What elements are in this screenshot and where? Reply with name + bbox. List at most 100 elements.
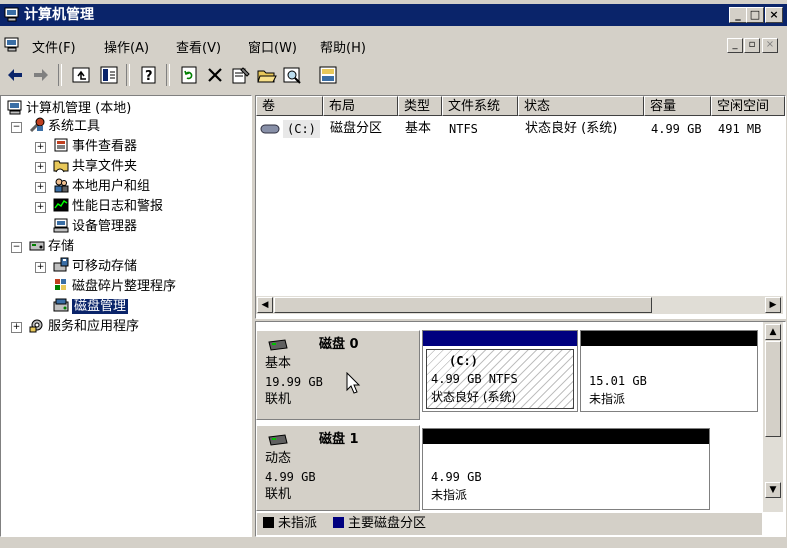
legend-swatch-unallocated	[263, 517, 274, 528]
cell-volume: (C:)	[283, 120, 320, 138]
tree-label-shared-folders: 共享文件夹	[72, 159, 138, 174]
expand-toggle[interactable]: +	[35, 182, 46, 193]
collapse-toggle[interactable]: −	[11, 122, 22, 133]
tree-node-local-users[interactable]: 本地用户和组	[53, 177, 150, 195]
column-header-layout[interactable]: 布局	[323, 96, 398, 116]
child-close-button[interactable]: ×	[762, 38, 778, 53]
column-header-filesystem[interactable]: 文件系统	[442, 96, 518, 116]
column-header-free-space[interactable]: 空闲空间	[711, 96, 785, 116]
volume-list: 卷 布局 类型 文件系统 状态 容量 空闲空间 (C:) 磁盘分区 基本 NTF…	[255, 95, 786, 319]
expand-toggle[interactable]: +	[11, 322, 22, 333]
tree-label-disk-management: 磁盘管理	[72, 299, 129, 314]
refresh-icon[interactable]	[178, 64, 200, 86]
tree-label-storage: 存储	[48, 239, 75, 254]
scroll-right-button[interactable]: ▶	[765, 297, 781, 313]
disk-settings-icon[interactable]	[318, 64, 340, 86]
expand-toggle[interactable]: +	[35, 202, 46, 213]
disk-0-label-panel[interactable]: 磁盘 0 基本 19.99 GB 联机	[256, 330, 420, 420]
scroll-down-button[interactable]: ▼	[765, 482, 781, 498]
tree-label-system-tools: 系统工具	[48, 119, 101, 134]
show-hide-tree-icon[interactable]	[98, 64, 120, 86]
disk-0-size: 19.99 GB	[265, 375, 323, 389]
menu-file[interactable]: 文件(F)	[32, 37, 76, 56]
tree-node-perf-logs[interactable]: 性能日志和警报	[53, 197, 163, 215]
column-header-capacity[interactable]: 容量	[644, 96, 711, 116]
tree-node-defrag[interactable]: 磁盘碎片整理程序	[53, 277, 176, 295]
menu-view[interactable]: 查看(V)	[176, 37, 221, 56]
legend: 未指派 主要磁盘分区	[257, 512, 762, 535]
tree-node-shared-folders[interactable]: 共享文件夹	[53, 157, 137, 175]
help-icon[interactable]: ?	[138, 64, 160, 86]
partition-unallocated-1-size: 4.99 GB	[431, 470, 482, 484]
forward-arrow-icon[interactable]	[30, 64, 52, 86]
partition-unallocated-0[interactable]: 15.01 GB 未指派	[580, 330, 758, 412]
search-icon[interactable]	[282, 64, 304, 86]
status-bar	[0, 538, 787, 548]
partition-c-bar	[423, 331, 577, 346]
partition-unallocated-1[interactable]: 4.99 GB 未指派	[422, 428, 710, 510]
tree-node-removable-storage[interactable]: 可移动存储	[53, 257, 137, 275]
tree-node-services[interactable]: 服务和应用程序	[29, 317, 139, 335]
tree-label-perf-logs: 性能日志和警报	[72, 199, 164, 214]
expand-toggle[interactable]: +	[35, 142, 46, 153]
child-minimize-button[interactable]: _	[727, 38, 743, 53]
tree-node-disk-management[interactable]: 磁盘管理	[53, 297, 129, 315]
vertical-scroll-thumb[interactable]	[765, 341, 781, 437]
delete-icon[interactable]	[204, 64, 226, 86]
column-header-status[interactable]: 状态	[518, 96, 644, 116]
up-one-level-icon[interactable]	[70, 64, 92, 86]
menu-help[interactable]: 帮助(H)	[320, 37, 366, 56]
horizontal-scrollbar[interactable]: ◀ ▶	[256, 296, 783, 314]
tree-node-storage[interactable]: 存储	[29, 237, 74, 255]
device-manager-icon	[53, 218, 69, 233]
toolbar-separator	[126, 64, 130, 86]
properties-icon[interactable]	[230, 64, 252, 86]
partition-unallocated-1-bar	[423, 429, 709, 444]
menu-action[interactable]: 操作(A)	[104, 37, 149, 56]
tree-node-event-viewer[interactable]: 事件查看器	[53, 137, 137, 155]
cell-free-space: 491 MB	[718, 122, 762, 136]
toolbar: ?	[0, 60, 787, 90]
computer-management-icon	[4, 7, 19, 22]
disk-1-label-panel[interactable]: 磁盘 1 动态 4.99 GB 联机	[256, 425, 420, 511]
partition-unallocated-0-status: 未指派	[589, 392, 626, 406]
legend-label-unallocated: 未指派	[278, 516, 318, 531]
title-bar[interactable]: 计算机管理 _ □ ×	[0, 4, 787, 26]
child-restore-button[interactable]: ▫	[744, 38, 760, 53]
vertical-scrollbar[interactable]: ▲ ▼	[763, 322, 783, 512]
partition-c-size-fs: 4.99 GB NTFS	[431, 372, 518, 386]
expand-toggle[interactable]: +	[35, 262, 46, 273]
collapse-toggle[interactable]: −	[11, 242, 22, 253]
cell-layout: 磁盘分区	[330, 121, 383, 136]
tree-node-device-manager[interactable]: 设备管理器	[53, 217, 137, 235]
removable-storage-icon	[53, 257, 69, 272]
back-arrow-icon[interactable]	[4, 64, 26, 86]
disk-1-state: 联机	[265, 487, 292, 502]
open-folder-icon[interactable]	[256, 64, 278, 86]
minimize-button[interactable]: _	[729, 7, 747, 23]
disk-0-state: 联机	[265, 392, 292, 407]
scroll-left-button[interactable]: ◀	[257, 297, 273, 313]
tree-node-root[interactable]: 计算机管理 (本地)	[7, 99, 131, 117]
details-pane: 卷 布局 类型 文件系统 状态 容量 空闲空间 (C:) 磁盘分区 基本 NTF…	[255, 95, 786, 537]
tree-label-local-users: 本地用户和组	[72, 179, 151, 194]
close-button[interactable]: ×	[765, 7, 783, 23]
scroll-up-button[interactable]: ▲	[765, 324, 781, 340]
tree-node-system-tools[interactable]: 系统工具	[29, 117, 100, 135]
horizontal-scroll-thumb[interactable]	[274, 297, 652, 313]
partition-c[interactable]: (C:) 4.99 GB NTFS 状态良好 (系统)	[422, 330, 578, 412]
legend-swatch-primary-partition	[333, 517, 344, 528]
performance-icon	[53, 198, 69, 212]
tree-label-defrag: 磁盘碎片整理程序	[72, 279, 177, 294]
column-header-type[interactable]: 类型	[398, 96, 442, 116]
cell-status: 状态良好 (系统)	[525, 121, 618, 136]
expand-toggle[interactable]: +	[35, 162, 46, 173]
maximize-button[interactable]: □	[746, 7, 764, 23]
window-title: 计算机管理	[24, 7, 94, 23]
menu-window[interactable]: 窗口(W)	[248, 37, 297, 56]
column-header-volume[interactable]: 卷	[256, 96, 323, 116]
system-menu-icon[interactable]	[4, 37, 20, 52]
tree-label-services: 服务和应用程序	[48, 319, 140, 334]
cell-type: 基本	[405, 121, 432, 136]
disk-1-name: 磁盘 1	[319, 432, 359, 447]
